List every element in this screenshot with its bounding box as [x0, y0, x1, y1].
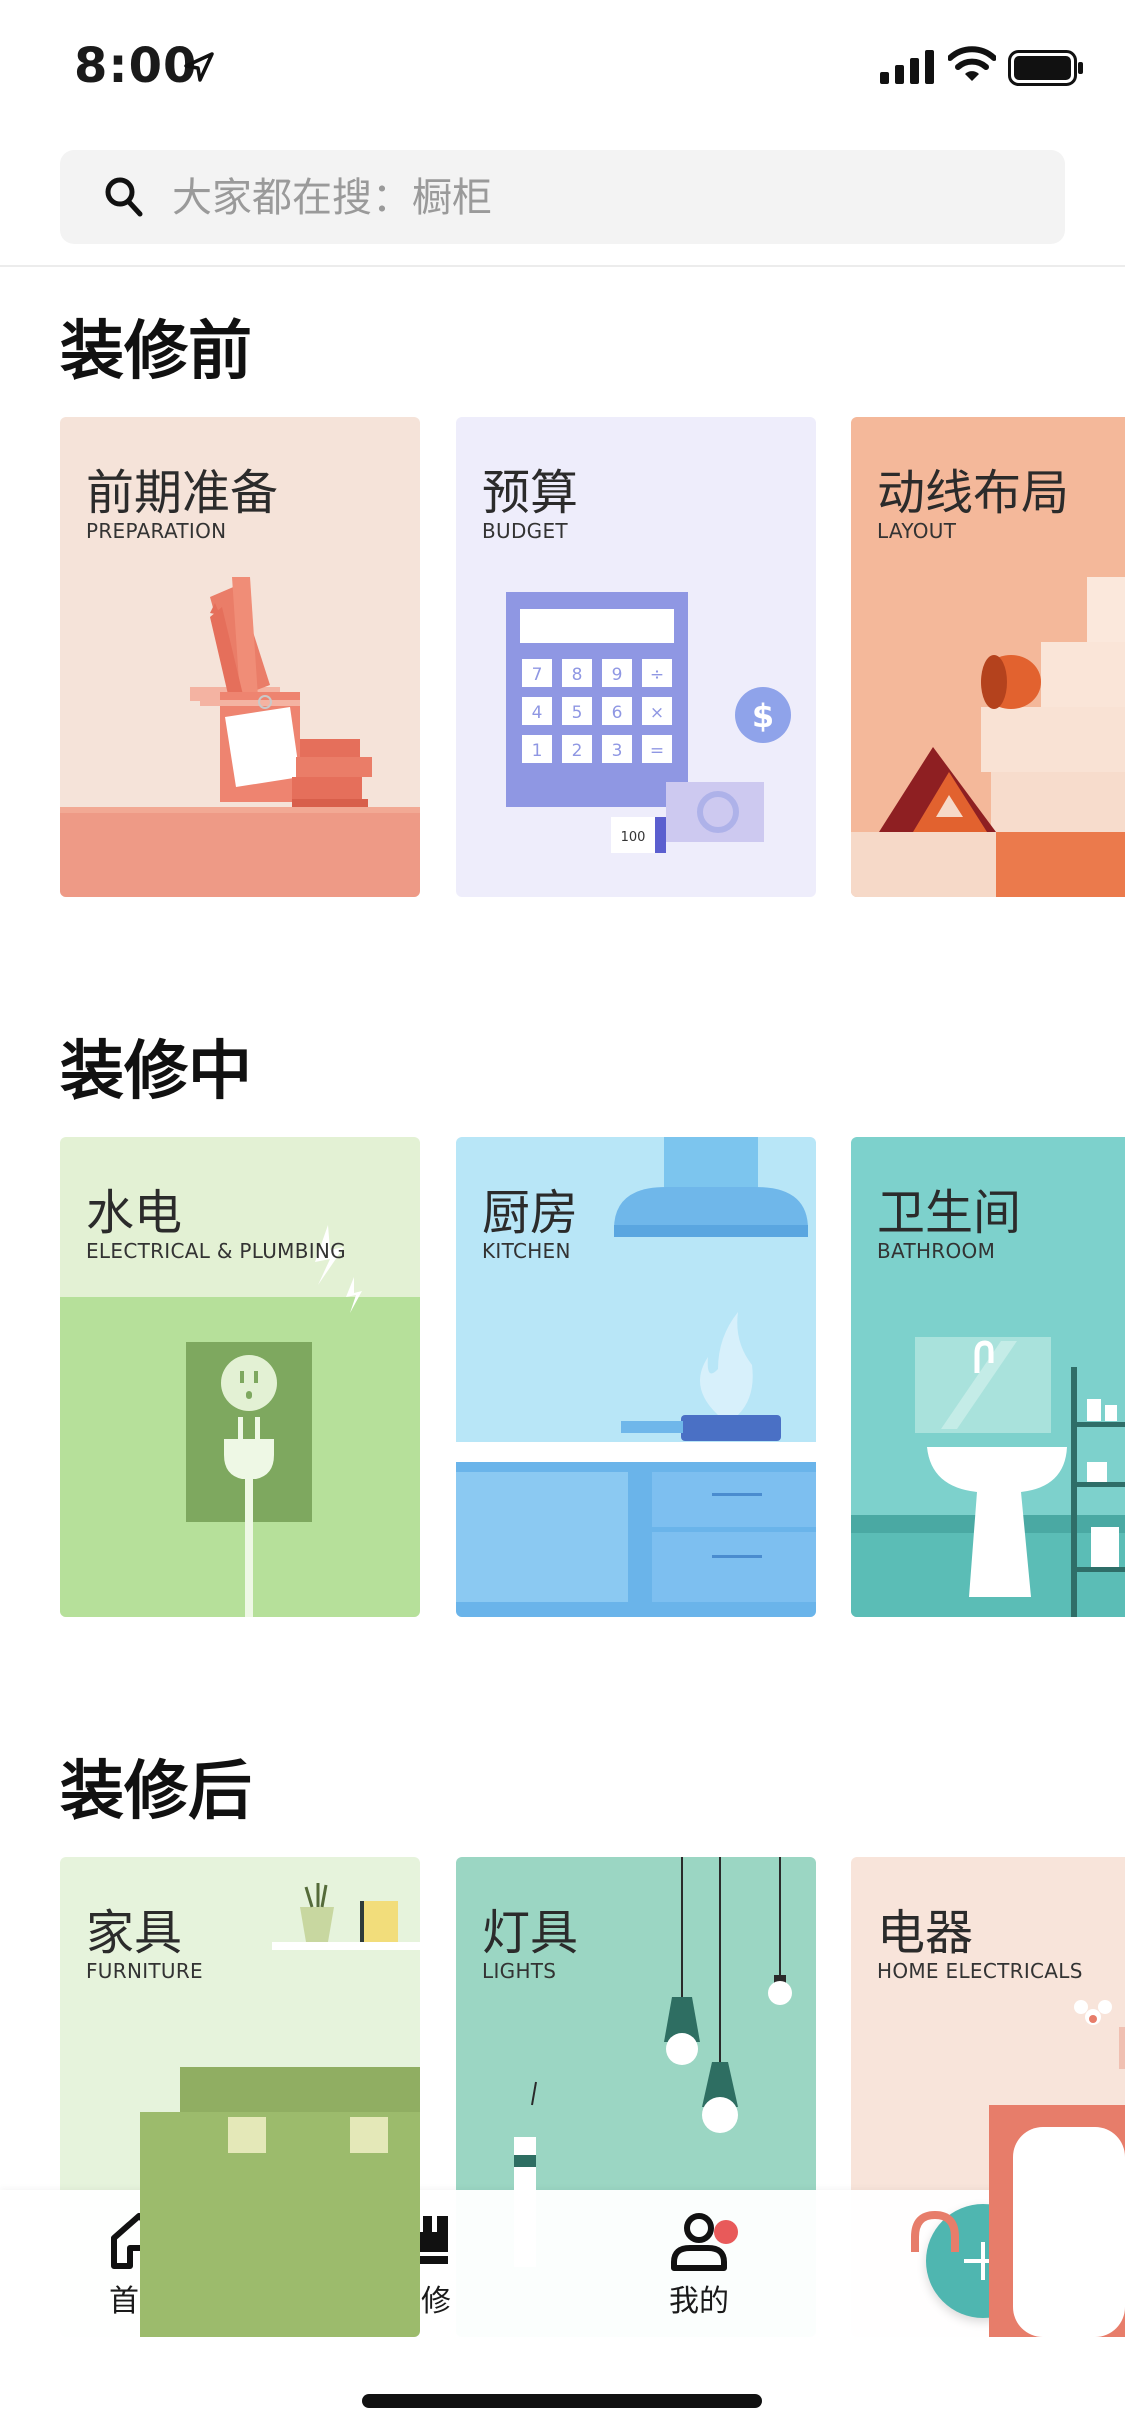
calculator-key-label: 7: [532, 665, 543, 685]
calculator-key-label: 8: [572, 665, 583, 685]
card-subtitle: PREPARATION: [86, 519, 227, 543]
section-title-during: 装修中: [60, 1035, 252, 1109]
calculator-key-label: 4: [532, 703, 543, 723]
card-subtitle: LAYOUT: [877, 519, 957, 543]
cellular-signal-icon: [880, 50, 934, 84]
status-bar: 8:00: [0, 0, 1125, 140]
card-bathroom[interactable]: 卫生间 BATHROOM: [851, 1137, 1125, 1617]
calculator-key-label: 2: [572, 741, 583, 761]
calculator-key-label: 5: [572, 703, 583, 723]
card-title: 灯具: [482, 1905, 579, 1961]
card-budget[interactable]: 预算 BUDGET 7 8 9 ÷ 4 5 6 × 1 2 3 = 100 $: [456, 417, 816, 897]
card-layout[interactable]: 动线布局 LAYOUT: [851, 417, 1125, 897]
battery-icon: [1008, 50, 1083, 86]
card-title: 卫生间: [877, 1185, 1022, 1241]
location-arrow-icon: [184, 52, 214, 82]
card-title: 家具: [86, 1905, 183, 1961]
home-indicator: [362, 2394, 762, 2408]
card-subtitle: BATHROOM: [877, 1239, 996, 1263]
card-subtitle: HOME ELECTRICALS: [877, 1959, 1083, 1983]
calculator-key-label: ÷: [650, 665, 664, 685]
status-time: 8:00: [74, 38, 198, 94]
calculator-key-label: 3: [612, 741, 623, 761]
card-title: 前期准备: [86, 465, 279, 521]
card-home-electricals[interactable]: 电器 HOME ELECTRICALS: [851, 1857, 1125, 2337]
section-title-before: 装修前: [60, 315, 252, 389]
card-subtitle: KITCHEN: [482, 1239, 571, 1263]
card-lights[interactable]: 灯具 LIGHTS: [456, 1857, 816, 2337]
calculator-key-label: 9: [612, 665, 623, 685]
card-furniture[interactable]: 家具 FURNITURE: [60, 1857, 420, 2337]
wifi-icon: [948, 46, 996, 81]
search-input[interactable]: [170, 162, 1034, 234]
card-title: 动线布局: [877, 465, 1070, 521]
card-title: 电器: [877, 1905, 974, 1961]
card-subtitle: LIGHTS: [482, 1959, 557, 1983]
card-subtitle: BUDGET: [482, 519, 568, 543]
card-title: 厨房: [482, 1185, 579, 1241]
header-divider: [0, 265, 1125, 267]
calculator-key-label: ×: [650, 703, 664, 723]
card-subtitle: ELECTRICAL & PLUMBING: [86, 1239, 346, 1263]
card-subtitle: FURNITURE: [86, 1959, 203, 1983]
card-preparation[interactable]: 前期准备 PREPARATION: [60, 417, 420, 897]
calculator-key-label: 6: [612, 703, 623, 723]
card-title: 预算: [482, 465, 579, 521]
card-title: 水电: [86, 1185, 183, 1241]
search-icon: [105, 177, 143, 217]
calculator-key-label: 1: [532, 741, 543, 761]
search-bar[interactable]: [60, 150, 1065, 244]
card-electrical[interactable]: 水电 ELECTRICAL & PLUMBING: [60, 1137, 420, 1617]
calculator-key-label: =: [650, 741, 664, 761]
section-title-after: 装修后: [60, 1755, 252, 1829]
receipt-amount: 100: [621, 830, 646, 845]
card-kitchen[interactable]: 厨房 KITCHEN: [456, 1137, 816, 1617]
coin-symbol: $: [752, 697, 774, 735]
